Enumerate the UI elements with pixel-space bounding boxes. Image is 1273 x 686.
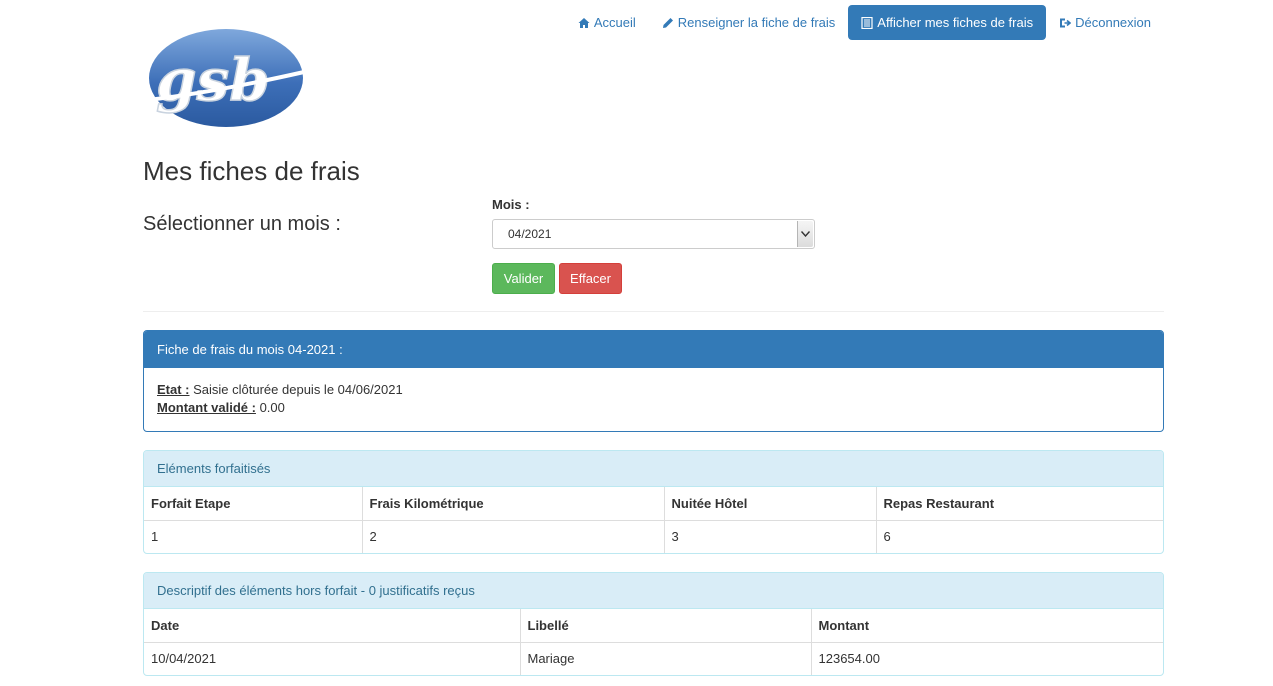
nav-afficher[interactable]: Afficher mes fiches de frais	[848, 5, 1047, 40]
column-header: Libellé	[519, 609, 812, 643]
fiche-panel-body: Etat : Saisie clôturée depuis le 04/06/2…	[144, 368, 1163, 430]
effacer-button[interactable]: Effacer	[559, 263, 622, 294]
column-header: Nuitée Hôtel	[663, 487, 877, 521]
etat-label: Etat :	[157, 382, 190, 397]
etat-value: Saisie clôturée depuis le 04/06/2021	[193, 382, 403, 397]
fiche-panel-heading: Fiche de frais du mois 04-2021 :	[144, 331, 1163, 368]
mois-select[interactable]: 04/2021	[492, 219, 815, 249]
forfait-panel: Eléments forfaitisés Forfait Etape Frais…	[143, 450, 1164, 554]
table-header-row: Date Libellé Montant	[144, 609, 1163, 643]
montant-label: Montant validé :	[157, 400, 256, 415]
nav-label: Renseigner la fiche de frais	[677, 15, 836, 30]
nav-renseigner[interactable]: Renseigner la fiche de frais	[649, 5, 849, 40]
valider-button[interactable]: Valider	[492, 263, 555, 294]
hors-forfait-panel: Descriptif des éléments hors forfait - 0…	[143, 572, 1164, 676]
forfait-table: Forfait Etape Frais Kilométrique Nuitée …	[144, 487, 1163, 553]
table-row: 1 2 3 6	[144, 519, 1163, 553]
logout-icon	[1059, 17, 1072, 29]
fiche-panel: Fiche de frais du mois 04-2021 : Etat : …	[143, 330, 1164, 432]
gsb-logo: gsb	[147, 29, 305, 127]
table-row: 10/04/2021 Mariage 123654.00	[144, 641, 1163, 675]
nav-label: Déconnexion	[1075, 15, 1151, 30]
table-cell: 123654.00	[810, 641, 1163, 675]
page-title: Mes fiches de frais	[143, 156, 360, 186]
home-icon	[578, 17, 590, 29]
column-header: Forfait Etape	[144, 487, 363, 521]
table-cell: 6	[875, 519, 1163, 553]
column-header: Frais Kilométrique	[361, 487, 665, 521]
chevron-down-icon[interactable]	[797, 221, 813, 247]
table-cell: 10/04/2021	[144, 641, 521, 675]
mois-select-value: 04/2021	[508, 227, 552, 241]
hors-forfait-table: Date Libellé Montant 10/04/2021 Mariage …	[144, 609, 1163, 675]
svg-text:gsb: gsb	[156, 46, 270, 114]
top-nav: Accueil Renseigner la fiche de frais Aff…	[565, 5, 1164, 40]
list-icon	[861, 16, 873, 29]
select-month-title: Sélectionner un mois :	[143, 213, 341, 235]
table-header-row: Forfait Etape Frais Kilométrique Nuitée …	[144, 487, 1163, 521]
column-header: Montant	[810, 609, 1163, 643]
mois-label: Mois :	[492, 197, 530, 212]
column-header: Date	[144, 609, 521, 643]
hors-forfait-panel-heading: Descriptif des éléments hors forfait - 0…	[144, 573, 1163, 609]
table-cell: 1	[144, 519, 363, 553]
forfait-panel-heading: Eléments forfaitisés	[144, 451, 1163, 487]
montant-row: Montant validé : 0.00	[157, 399, 1150, 417]
table-cell: 2	[361, 519, 665, 553]
etat-row: Etat : Saisie clôturée depuis le 04/06/2…	[157, 381, 1150, 399]
nav-deconnexion[interactable]: Déconnexion	[1046, 5, 1164, 40]
table-cell: Mariage	[519, 641, 812, 675]
montant-value: 0.00	[259, 400, 285, 415]
table-cell: 3	[663, 519, 877, 553]
nav-label: Accueil	[593, 15, 636, 30]
divider	[143, 311, 1164, 312]
nav-accueil[interactable]: Accueil	[565, 5, 649, 40]
nav-label: Afficher mes fiches de frais	[877, 15, 1034, 30]
page-container: Accueil Renseigner la fiche de frais Aff…	[143, 0, 1164, 686]
pencil-icon	[662, 17, 674, 29]
column-header: Repas Restaurant	[875, 487, 1163, 521]
